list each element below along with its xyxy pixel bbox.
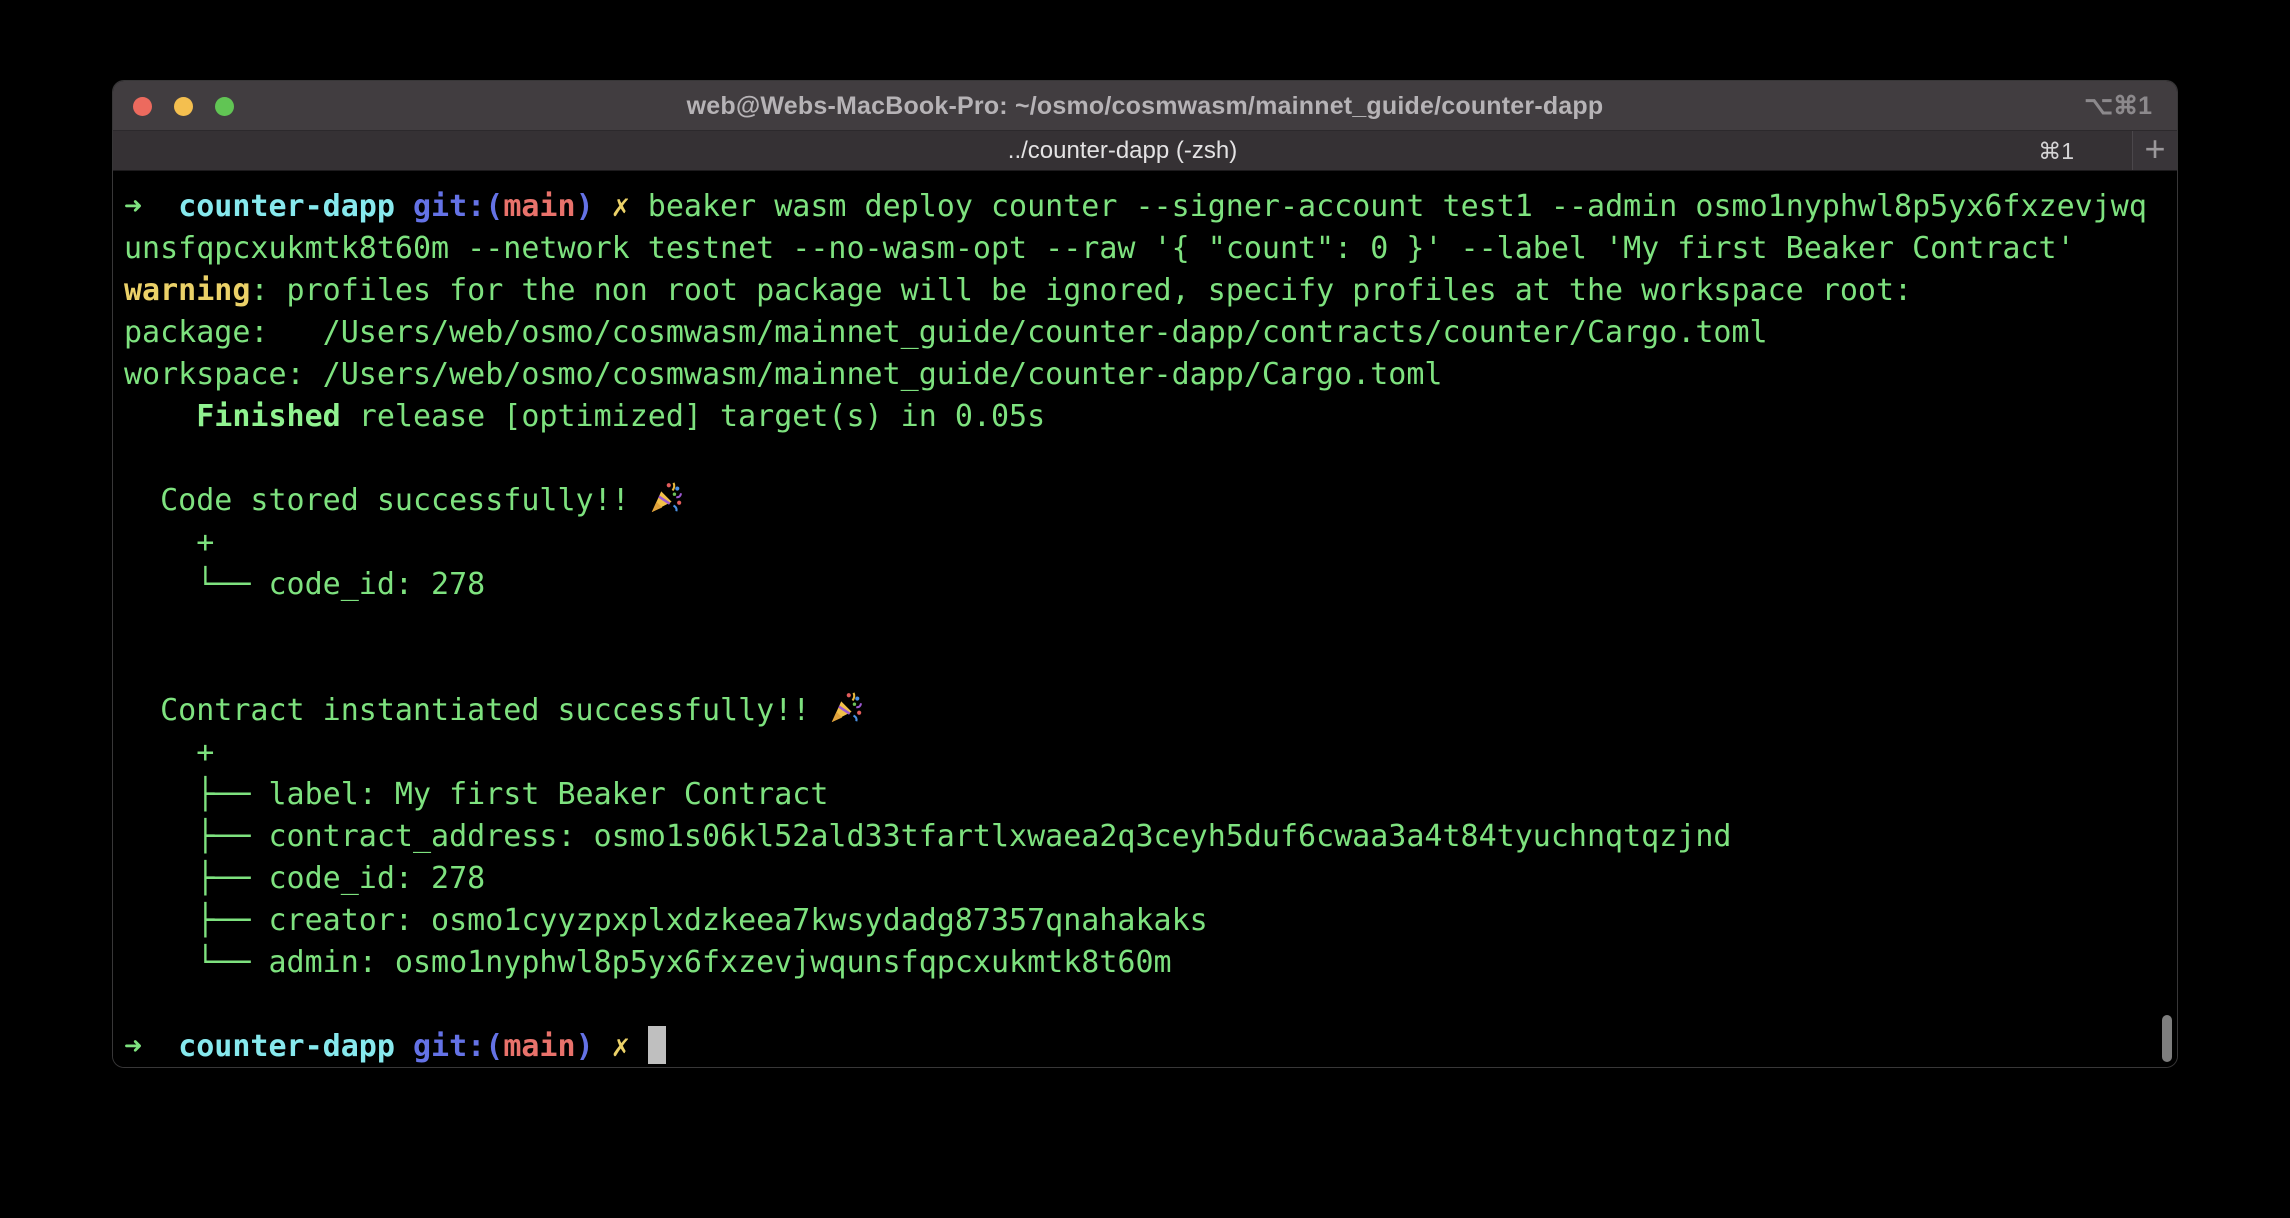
- terminal-line: [124, 438, 2169, 480]
- terminal-line: [124, 606, 2169, 648]
- terminal-window: web@Webs-MacBook-Pro: ~/osmo/cosmwasm/ma…: [112, 80, 2178, 1068]
- terminal-text: [594, 1029, 612, 1064]
- terminal-text: [142, 1029, 178, 1064]
- terminal-text: ├── code_id: 278: [124, 861, 485, 896]
- terminal-text: release [optimized] target(s) in 0.05s: [341, 399, 1045, 434]
- terminal-line: warning: profiles for the non root packa…: [124, 270, 2169, 312]
- tab-shortcut-hint: ⌘1: [2038, 131, 2074, 171]
- tab-title: ../counter-dapp (-zsh): [113, 131, 2132, 171]
- terminal-text: beaker wasm deploy counter --signer-acco…: [630, 189, 2147, 224]
- terminal-text: ): [576, 189, 594, 224]
- terminal-text: ├── label: My first Beaker Contract: [124, 777, 828, 812]
- terminal-text: workspace: /Users/web/osmo/cosmwasm/main…: [124, 357, 1443, 392]
- terminal-line: ➜ counter-dapp git:(main) ✗ beaker wasm …: [124, 186, 2169, 228]
- terminal-line: ├── label: My first Beaker Contract: [124, 774, 2169, 816]
- terminal-text: +: [124, 525, 214, 560]
- terminal-text: unsfqpcxukmtk8t60m --network testnet --n…: [124, 231, 2075, 266]
- terminal-text: ├── creator: osmo1cyyzpxplxdzkeea7kwsyda…: [124, 903, 1208, 938]
- terminal-text: Finished: [196, 399, 341, 434]
- terminal-text: ✗: [612, 1029, 630, 1064]
- terminal-text: [142, 189, 178, 224]
- terminal-text: [395, 189, 413, 224]
- terminal-line: Contract instantiated successfully!!: [124, 690, 2169, 732]
- terminal-line: [124, 984, 2169, 1026]
- terminal-text: ➜: [124, 189, 142, 224]
- terminal-text: warning: [124, 273, 250, 308]
- terminal-line: package: /Users/web/osmo/cosmwasm/mainne…: [124, 312, 2169, 354]
- tab-bar: ../counter-dapp (-zsh) ⌘1 +: [113, 131, 2177, 171]
- terminal-line: ├── creator: osmo1cyyzpxplxdzkeea7kwsyda…: [124, 900, 2169, 942]
- terminal-text: [124, 399, 196, 434]
- party-popper-icon: [828, 691, 864, 725]
- terminal-text: Contract instantiated successfully!!: [124, 693, 828, 728]
- terminal-line: unsfqpcxukmtk8t60m --network testnet --n…: [124, 228, 2169, 270]
- terminal-text: package: /Users/web/osmo/cosmwasm/mainne…: [124, 315, 1768, 350]
- terminal-text: counter-dapp: [178, 1029, 395, 1064]
- tab-counter-dapp[interactable]: ../counter-dapp (-zsh) ⌘1: [113, 131, 2132, 170]
- terminal-line: workspace: /Users/web/osmo/cosmwasm/main…: [124, 354, 2169, 396]
- terminal-text: ✗: [612, 189, 630, 224]
- terminal-text: git:(: [413, 189, 503, 224]
- terminal-line: ├── code_id: 278: [124, 858, 2169, 900]
- terminal-text: └── admin: osmo1nyphwl8p5yx6fxzevjwqunsf…: [124, 945, 1172, 980]
- terminal-line: ➜ counter-dapp git:(main) ✗: [124, 1026, 2169, 1068]
- terminal-line: └── code_id: 278: [124, 564, 2169, 606]
- terminal-line: Finished release [optimized] target(s) i…: [124, 396, 2169, 438]
- terminal-text: git:(: [413, 1029, 503, 1064]
- terminal-text: counter-dapp: [178, 189, 395, 224]
- terminal-text: main: [503, 189, 575, 224]
- terminal-line: └── admin: osmo1nyphwl8p5yx6fxzevjwqunsf…: [124, 942, 2169, 984]
- terminal-text: [594, 189, 612, 224]
- terminal-text: +: [124, 735, 214, 770]
- terminal-line: ├── contract_address: osmo1s06kl52ald33t…: [124, 816, 2169, 858]
- terminal-line: Code stored successfully!!: [124, 480, 2169, 522]
- scrollbar-thumb[interactable]: [2162, 1015, 2172, 1062]
- terminal-content[interactable]: ➜ counter-dapp git:(main) ✗ beaker wasm …: [113, 172, 2177, 1067]
- terminal-text: main: [503, 1029, 575, 1064]
- terminal-text: [630, 1029, 648, 1064]
- party-popper-icon: [648, 481, 684, 515]
- terminal-cursor: [648, 1026, 666, 1064]
- terminal-text: └── code_id: 278: [124, 567, 485, 602]
- terminal-line: [124, 648, 2169, 690]
- window-shortcut-hint: ⌥⌘1: [2084, 81, 2152, 131]
- terminal-text: : profiles for the non root package will…: [250, 273, 1912, 308]
- new-tab-button[interactable]: +: [2132, 131, 2177, 170]
- window-title: web@Webs-MacBook-Pro: ~/osmo/cosmwasm/ma…: [113, 81, 2177, 131]
- terminal-line: +: [124, 522, 2169, 564]
- terminal-text: ): [576, 1029, 594, 1064]
- window-titlebar[interactable]: web@Webs-MacBook-Pro: ~/osmo/cosmwasm/ma…: [113, 81, 2177, 131]
- terminal-text: [395, 1029, 413, 1064]
- terminal-text: Code stored successfully!!: [124, 483, 648, 518]
- terminal-text: ➜: [124, 1029, 142, 1064]
- terminal-text: ├── contract_address: osmo1s06kl52ald33t…: [124, 819, 1731, 854]
- terminal-line: +: [124, 732, 2169, 774]
